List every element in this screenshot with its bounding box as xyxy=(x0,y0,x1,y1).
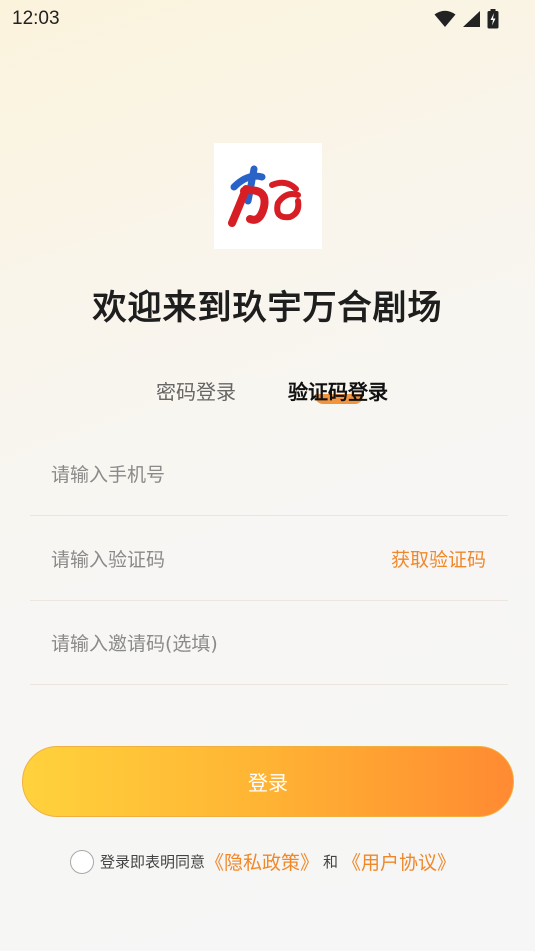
status-time: 12:03 xyxy=(12,8,60,29)
verification-code-input[interactable] xyxy=(51,543,371,577)
agreement-checkbox[interactable] xyxy=(70,849,94,874)
phone-input[interactable] xyxy=(51,458,371,492)
invite-field xyxy=(30,601,508,685)
agreement-prefix: 登录即表明同意 xyxy=(100,853,206,871)
tab-password-label: 密码登录 xyxy=(156,380,236,404)
wifi-icon xyxy=(434,10,456,27)
status-bar: 12:03 xyxy=(0,0,535,38)
user-agreement-link[interactable]: 《用户协议》 xyxy=(342,848,456,875)
brand-logo xyxy=(214,143,322,249)
battery-icon xyxy=(487,9,499,29)
signal-icon xyxy=(463,11,480,27)
agreement-and: 和 xyxy=(323,853,339,871)
agreement-row: 登录即表明同意 《隐私政策》 和 《用户协议》 xyxy=(70,848,456,875)
status-icons xyxy=(434,9,499,29)
code-field: 获取验证码 xyxy=(30,517,508,601)
tab-password-login[interactable]: 密码登录 xyxy=(156,376,236,405)
tab-code-label: 验证码登录 xyxy=(288,380,388,404)
login-button[interactable]: 登录 xyxy=(22,746,514,817)
login-tabs: 密码登录 验证码登录 xyxy=(0,376,535,416)
invite-code-input[interactable] xyxy=(51,627,371,661)
brand-logo-icon xyxy=(228,165,302,227)
welcome-title: 欢迎来到玖宇万合剧场 xyxy=(92,288,443,328)
tab-code-login[interactable]: 验证码登录 xyxy=(288,376,388,405)
phone-field xyxy=(30,432,508,516)
privacy-policy-link[interactable]: 《隐私政策》 xyxy=(205,848,319,875)
get-code-button[interactable]: 获取验证码 xyxy=(391,545,486,572)
